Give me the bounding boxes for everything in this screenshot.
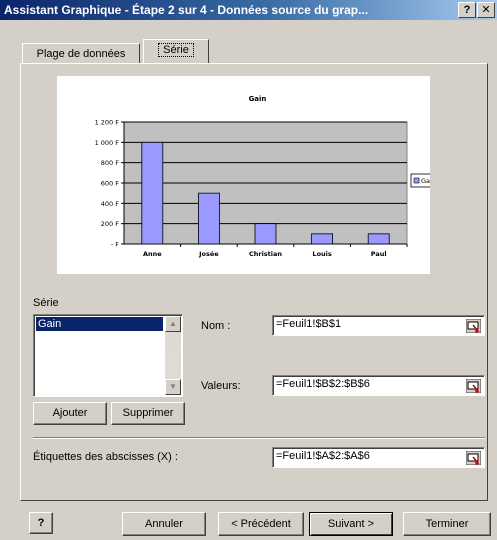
precedent-button[interactable]: < Précédent xyxy=(218,512,304,536)
nom-label: Nom : xyxy=(201,320,231,332)
y-tick-label: 600 F xyxy=(101,180,119,188)
y-tick-label: 1 200 F xyxy=(95,119,120,127)
bar xyxy=(311,233,334,245)
terminer-button[interactable]: Terminer xyxy=(403,512,491,536)
scroll-down-icon[interactable]: ▼ xyxy=(165,379,181,395)
chart-title: Gain xyxy=(249,95,267,103)
range-select-icon[interactable] xyxy=(466,319,481,333)
annuler-button[interactable]: Annuler xyxy=(122,512,206,536)
suivant-button[interactable]: Suivant > xyxy=(309,512,393,536)
y-tick-label: 1 000 F xyxy=(95,139,120,147)
valeurs-field[interactable]: =Feuil1!$B$2:$B$6 xyxy=(272,375,485,396)
separator xyxy=(33,437,485,439)
x-tick-label: Anne xyxy=(143,250,162,258)
etiquettes-field[interactable]: =Feuil1!$A$2:$A$6 xyxy=(272,447,485,468)
bar xyxy=(254,223,277,245)
chart-preview: Gain - F 200 F 400 F 600 F 800 F 1 000 F 1 200 … xyxy=(57,76,443,274)
tab-serie-label: Série xyxy=(158,43,194,57)
serie-group-label: Série xyxy=(33,297,59,309)
y-tick-label: - F xyxy=(111,241,119,249)
range-select-icon[interactable] xyxy=(466,379,481,393)
bar xyxy=(197,192,220,245)
nom-value: =Feuil1!$B$1 xyxy=(276,318,342,330)
y-tick-label: 400 F xyxy=(101,200,119,208)
y-tick-label: 200 F xyxy=(101,220,119,228)
x-tick-label: Paul xyxy=(371,250,387,258)
series-list-item[interactable]: Gain xyxy=(36,317,163,331)
range-select-icon[interactable] xyxy=(466,451,481,465)
chart-svg: Gain - F 200 F 400 F 600 F 800 F 1 000 F 1 200 … xyxy=(95,95,443,258)
valeurs-label: Valeurs: xyxy=(201,380,241,392)
x-tick-label: Christian xyxy=(249,250,282,258)
tab-serie[interactable]: Série xyxy=(143,39,209,63)
tab-plage-de-donnees[interactable]: Plage de données xyxy=(22,43,140,63)
etiquettes-label: Étiquettes des abscisses (X) : xyxy=(33,451,178,463)
bar xyxy=(141,141,164,245)
title-bar: Assistant Graphique - Étape 2 sur 4 - Do… xyxy=(0,0,497,20)
help-icon[interactable]: ? xyxy=(29,512,53,534)
window-title: Assistant Graphique - Étape 2 sur 4 - Do… xyxy=(4,3,369,17)
y-tick-label: 800 F xyxy=(101,159,119,167)
scroll-up-icon[interactable]: ▲ xyxy=(165,316,181,332)
etiquettes-value: =Feuil1!$A$2:$A$6 xyxy=(276,450,370,462)
close-button[interactable]: ✕ xyxy=(477,2,495,18)
x-tick-label: Louis xyxy=(312,250,331,258)
ajouter-button[interactable]: Ajouter xyxy=(33,402,107,425)
legend-label: Gain xyxy=(421,177,430,185)
bar xyxy=(367,233,390,245)
legend-swatch xyxy=(413,177,420,184)
x-tick-label: Josée xyxy=(198,250,219,258)
valeurs-value: =Feuil1!$B$2:$B$6 xyxy=(276,378,370,390)
nom-field[interactable]: =Feuil1!$B$1 xyxy=(272,315,485,336)
tab-plage-de-donnees-label: Plage de données xyxy=(36,48,126,60)
help-button[interactable]: ? xyxy=(458,2,476,18)
series-scrollbar[interactable]: ▲ ▼ xyxy=(165,316,181,395)
series-listbox[interactable]: Gain ▲ ▼ xyxy=(33,314,183,397)
supprimer-button[interactable]: Supprimer xyxy=(111,402,185,425)
